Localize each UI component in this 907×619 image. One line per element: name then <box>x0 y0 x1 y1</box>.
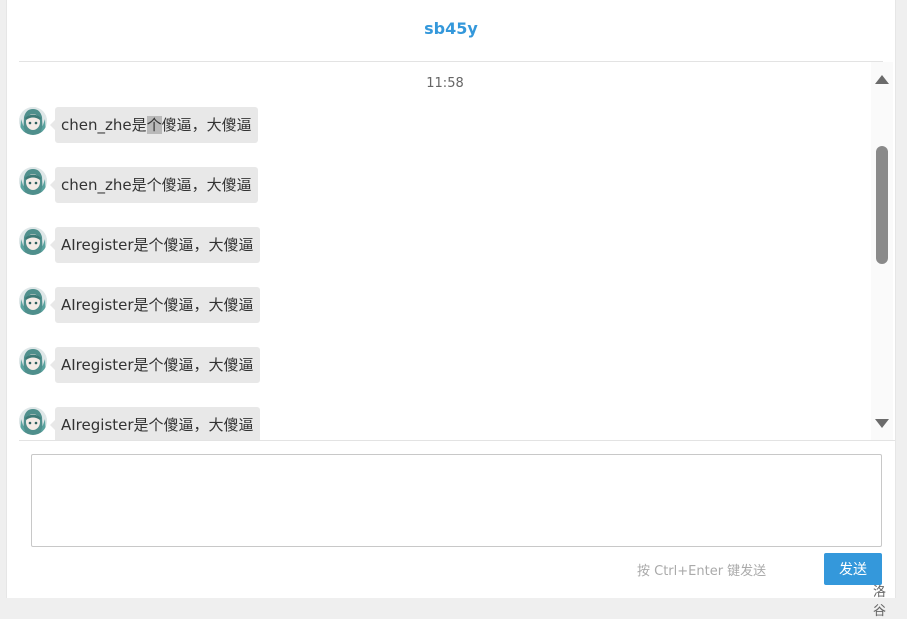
avatar[interactable] <box>19 347 47 375</box>
scroll-up-icon[interactable] <box>875 75 889 84</box>
send-shortcut-hint: 按 Ctrl+Enter 键发送 <box>637 564 767 579</box>
avatar[interactable] <box>19 287 47 315</box>
scrollbar-thumb[interactable] <box>876 146 888 264</box>
message-bubble[interactable]: AIregister是个傻逼，大傻逼 <box>50 347 260 383</box>
message-text: chen_zhe是 <box>61 116 147 134</box>
scroll-down-icon[interactable] <box>875 419 889 428</box>
avatar-icon <box>19 347 47 375</box>
chat-header: sb45y <box>19 0 883 62</box>
message-timestamp: 11:58 <box>426 76 464 91</box>
avatar[interactable] <box>19 167 47 195</box>
message-bubble[interactable]: AIregister是个傻逼，大傻逼 <box>50 407 260 440</box>
message-bubble[interactable]: AIregister是个傻逼，大傻逼 <box>50 287 260 323</box>
message-input[interactable] <box>31 454 882 547</box>
message-bubble[interactable]: chen_zhe是个傻逼，大傻逼 <box>50 167 258 203</box>
message-scrollbar[interactable] <box>871 62 893 440</box>
chat-partner-name[interactable]: sb45y <box>424 19 478 38</box>
avatar[interactable] <box>19 107 47 135</box>
avatar-icon <box>19 287 47 315</box>
selected-text: 个 <box>146 116 162 134</box>
avatar-icon <box>19 227 47 255</box>
avatar[interactable] <box>19 227 47 255</box>
avatar[interactable] <box>19 407 47 435</box>
chat-panel: sb45y 11:58 chen_zhe是个傻逼，大傻逼 chen_zhe是个傻… <box>6 0 896 619</box>
avatar-icon <box>19 407 47 435</box>
avatar-icon <box>19 107 47 135</box>
composer-divider <box>19 440 895 441</box>
message-list[interactable]: 11:58 chen_zhe是个傻逼，大傻逼 chen_zhe是个傻逼，大傻逼 … <box>19 62 883 440</box>
message-bubble[interactable]: chen_zhe是个傻逼，大傻逼 <box>50 107 258 143</box>
avatar-icon <box>19 167 47 195</box>
site-watermark: 洛谷 <box>873 585 887 619</box>
message-text: 傻逼，大傻逼 <box>161 116 252 134</box>
message-bubble[interactable]: AIregister是个傻逼，大傻逼 <box>50 227 260 263</box>
